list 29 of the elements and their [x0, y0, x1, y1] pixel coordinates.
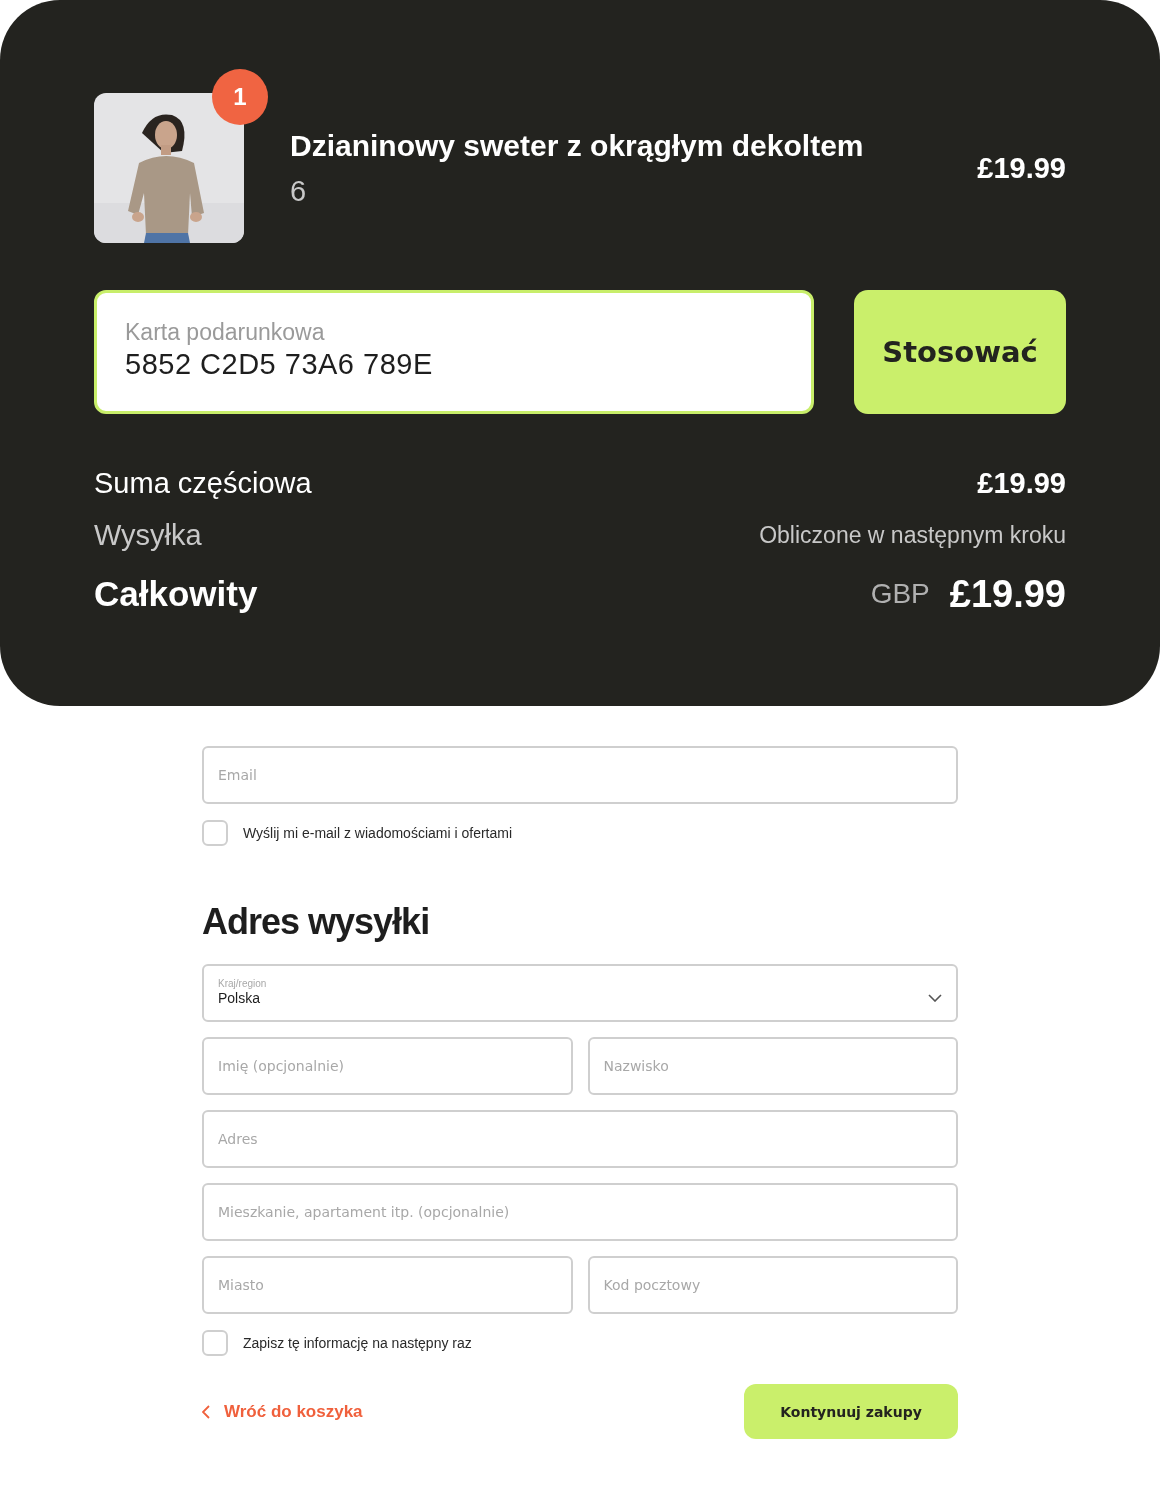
total-label: Całkowity — [94, 574, 258, 614]
quantity-badge: 1 — [212, 69, 268, 125]
currency-code: GBP — [870, 578, 930, 610]
country-select[interactable]: Kraj/region Polska — [202, 964, 958, 1022]
chevron-left-icon — [202, 1404, 210, 1419]
total-value: £19.99 — [977, 466, 1066, 500]
text-field[interactable]: Kod pocztowy — [587, 1256, 958, 1314]
text-field[interactable]: Adres — [202, 1110, 958, 1168]
continue-button[interactable]: Kontynuuj zakupy — [744, 1384, 958, 1439]
gift-card-field[interactable]: Karta podarunkowa 5852 C2D5 73A6 789E — [94, 290, 814, 414]
checkbox[interactable] — [202, 1330, 228, 1356]
checkbox[interactable] — [202, 820, 228, 846]
text-field[interactable]: Imię (opcjonalnie) — [202, 1037, 573, 1095]
checkbox-label: Zapisz tę informację na następny raz — [243, 1335, 472, 1351]
text-field[interactable]: Miasto — [202, 1256, 573, 1314]
section-heading: Adres wysyłki — [202, 900, 430, 944]
chevron-down-icon — [928, 994, 942, 1002]
total-label: Suma częściowa — [94, 466, 312, 500]
text-field[interactable]: Mieszkanie, apartament itp. (opcjonalnie) — [202, 1183, 958, 1241]
product-name: Dzianinowy sweter z okrągłym dekoltem — [290, 128, 865, 163]
email-field[interactable]: Email — [202, 746, 958, 804]
checkbox-label: Wyślij mi e-mail z wiadomościami i ofertami — [243, 825, 513, 841]
total-value: Obliczone w następnym kroku — [759, 521, 1066, 549]
product-variant: 6 — [290, 174, 308, 208]
product-price: £19.99 — [977, 151, 1066, 185]
text-field[interactable]: Nazwisko — [587, 1037, 958, 1095]
total-value: £19.99 — [949, 572, 1066, 616]
total-label: Wysyłka — [94, 518, 202, 552]
apply-button[interactable]: Stosować — [854, 290, 1066, 414]
